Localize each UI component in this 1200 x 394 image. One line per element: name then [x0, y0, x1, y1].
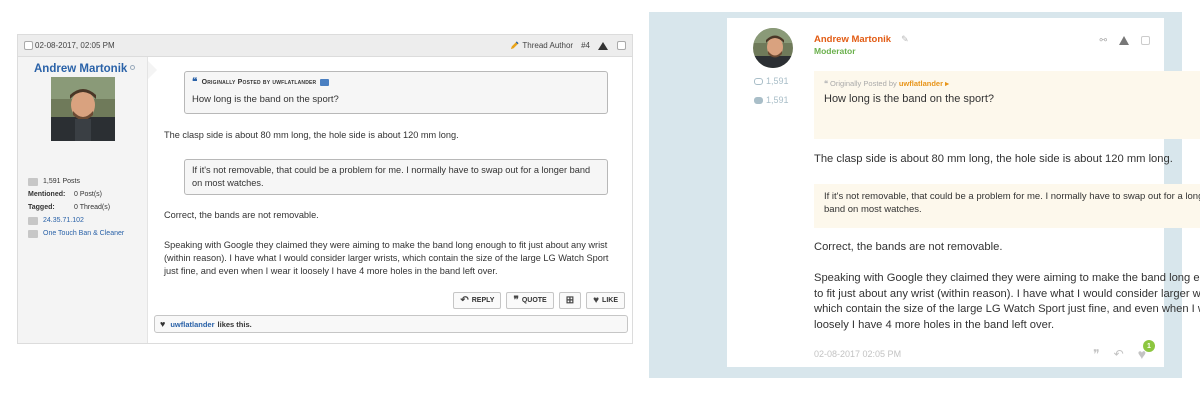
- quote-icon: ❝: [824, 79, 829, 88]
- post-count-stat: 1,591: [754, 76, 789, 86]
- like-button[interactable]: ♥ 1: [1138, 340, 1155, 362]
- heart-icon: ♥: [593, 295, 600, 306]
- report-icon[interactable]: [598, 41, 608, 50]
- post-paragraph-1: The clasp side is about 80 mm long, the …: [814, 153, 1173, 165]
- posts-icon: [28, 177, 38, 186]
- thread-author-label: Thread Author: [522, 41, 574, 50]
- comment-icon: [754, 77, 763, 85]
- mentioned-value: 0 Post(s): [74, 191, 103, 198]
- quote-block: ❝ Originally Posted by uwflatlander How …: [184, 71, 608, 114]
- quote-author-link[interactable]: uwflatlander: [899, 79, 943, 88]
- quote-icon[interactable]: ❞: [1093, 347, 1099, 361]
- avatar[interactable]: [751, 26, 795, 70]
- ip-icon: [28, 216, 38, 225]
- author-name[interactable]: Andrew Martonik: [34, 63, 136, 75]
- link-icon[interactable]: ⚯: [1099, 35, 1107, 46]
- avatar[interactable]: [51, 77, 115, 141]
- author-name[interactable]: Andrew Martonik ✎: [814, 34, 909, 45]
- liker-link[interactable]: uwflatlander: [170, 320, 214, 329]
- post-footer-actions: ❞ ↶ ♥ 1: [1093, 340, 1155, 362]
- report-icon[interactable]: [1119, 36, 1129, 45]
- quote-text: How long is the band on the sport?: [824, 93, 995, 105]
- online-status-icon: [130, 65, 136, 70]
- reply-count-stat: 1,591: [754, 95, 789, 105]
- user-stats: 1,591 Posts Mentioned: 0 Post(s) Tagged: 0…: [28, 175, 146, 240]
- reply-icon[interactable]: ↶: [1114, 347, 1124, 361]
- likes-bar: ♥ uwflatlander likes this.: [154, 315, 628, 333]
- new-post-frame: 1,591 1,591 Andrew Martonik ✎ Moderator ⚯…: [649, 12, 1200, 378]
- author-role: Moderator: [814, 46, 856, 56]
- post-date: 02-08-2017, 02:05 PM: [35, 41, 115, 50]
- post-paragraph-3: Speaking with Google they claimed they w…: [164, 240, 609, 276]
- ip-link[interactable]: 24.35.71.102: [43, 214, 84, 227]
- posts-count: 1,591 Posts: [43, 178, 80, 185]
- quote-text: How long is the band on the sport?: [192, 94, 339, 105]
- like-count-badge: 1: [1143, 340, 1155, 352]
- edit-icon[interactable]: ✎: [901, 34, 909, 44]
- user-sidebar: Andrew Martonik 1,591 Posts Mentioned: 0 …: [18, 57, 148, 343]
- multi-quote-icon: ⊞: [565, 295, 575, 306]
- multi-quote-button[interactable]: ⊞: [558, 292, 582, 309]
- post-paragraph-2: Correct, the bands are not removable.: [164, 210, 319, 220]
- view-post-icon[interactable]: [320, 79, 330, 86]
- thread-author-badge: Thread Author: [510, 41, 573, 50]
- quote-block: ❝ Originally Posted by uwflatlander ▸ How…: [814, 71, 1200, 139]
- post-paragraph-2: Correct, the bands are not removable.: [814, 241, 1003, 253]
- reply-icon: ↶: [460, 295, 469, 306]
- post-number[interactable]: #4: [581, 41, 590, 50]
- post-date: 02-08-2017 02:05 PM: [814, 349, 902, 359]
- post-header: 02-08-2017, 02:05 PM Thread Author #4: [18, 35, 632, 57]
- pencil-icon: [511, 41, 519, 50]
- heart-icon: ♥: [160, 319, 166, 329]
- ban-cleaner-link[interactable]: One Touch Ban & Cleaner: [43, 227, 124, 240]
- tagged-value: 0 Thread(s): [74, 204, 111, 211]
- ban-icon: [28, 229, 38, 238]
- go-to-post-icon[interactable]: ▸: [943, 79, 949, 88]
- reply-button[interactable]: ↶ REPLY: [453, 292, 502, 309]
- mentioned-label: Mentioned:: [28, 191, 66, 198]
- quote-button[interactable]: ❞ QUOTE: [506, 292, 554, 309]
- post-paragraph-1: The clasp side is about 80 mm long, the …: [164, 130, 459, 140]
- tagged-label: Tagged:: [28, 204, 55, 211]
- quote-block-2: If it's not removable, that could be a p…: [814, 184, 1200, 228]
- post-actions: ↶ REPLY ❞ QUOTE ⊞ ♥ LIKE: [453, 292, 625, 309]
- like-button[interactable]: ♥ LIKE: [586, 292, 625, 309]
- quote-block-2: If it's not removable, that could be a p…: [184, 159, 608, 195]
- quote-header: ❝ Originally Posted by uwflatlander: [192, 76, 600, 89]
- new-post: 1,591 1,591 Andrew Martonik ✎ Moderator ⚯…: [727, 18, 1200, 367]
- comment-filled-icon: [754, 96, 763, 104]
- quote-icon: ❝: [192, 77, 198, 88]
- quote-header: ❝ Originally Posted by uwflatlander ▸: [824, 79, 949, 88]
- post-tools: ⚯: [1099, 35, 1150, 46]
- bubble-notch: [148, 61, 157, 79]
- quote-icon: ❞: [513, 295, 519, 306]
- select-checkbox[interactable]: [617, 41, 626, 50]
- select-checkbox[interactable]: [1141, 36, 1150, 45]
- likes-suffix: likes this.: [217, 319, 252, 329]
- post-paragraph-3: Speaking with Google they claimed they w…: [814, 272, 1200, 331]
- select-checkbox-left[interactable]: [24, 41, 33, 50]
- old-post: 02-08-2017, 02:05 PM Thread Author #4 An…: [17, 34, 633, 344]
